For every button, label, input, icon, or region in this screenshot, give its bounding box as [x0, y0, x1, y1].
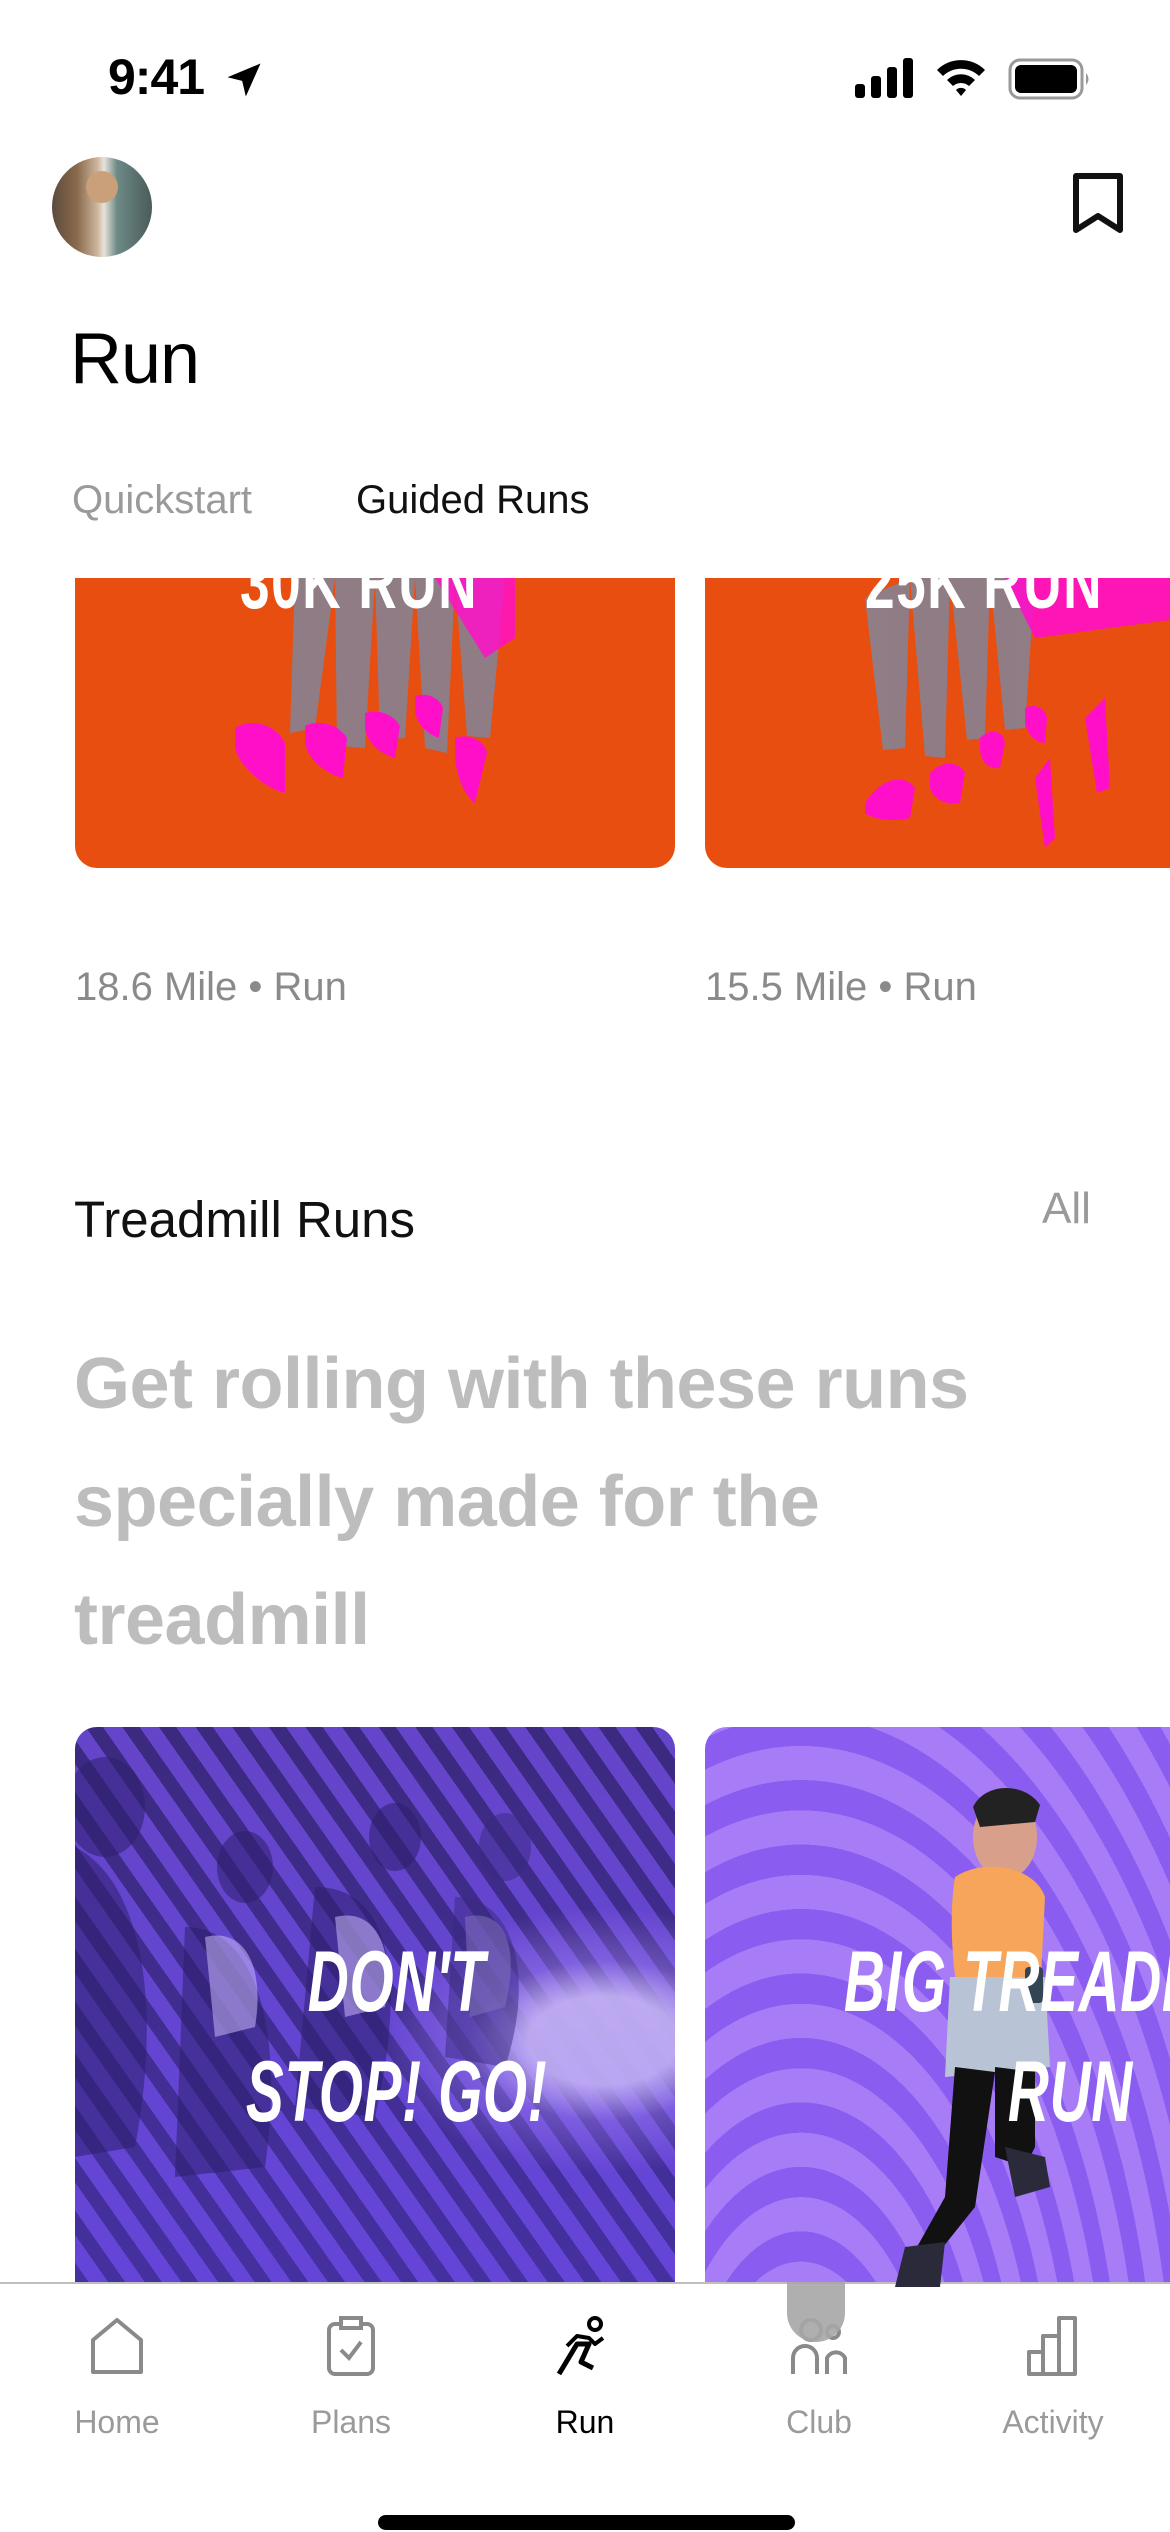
- battery-icon: [1008, 58, 1089, 100]
- cellular-signal-icon: [855, 58, 913, 98]
- guided-run-meta: 15.5 Mile • Run: [705, 965, 977, 1009]
- tab-guided-runs[interactable]: Guided Runs: [356, 478, 589, 523]
- tab-bar-label: Plans: [310, 2404, 392, 2440]
- profile-avatar[interactable]: [52, 157, 152, 257]
- section-description: Get rolling with these runs specially ma…: [74, 1344, 969, 1660]
- treadmill-card-title-line2: STOP! GO!: [245, 2044, 548, 2140]
- guided-run-meta: 18.6 Mile • Run: [75, 965, 347, 1009]
- clipboard-check-icon: [327, 2316, 375, 2376]
- section-title-treadmill: Treadmill Runs: [74, 1191, 416, 1248]
- touch-indicator: [787, 2282, 845, 2342]
- see-all-link[interactable]: All: [1042, 1184, 1091, 1234]
- location-arrow-icon: [227, 63, 261, 97]
- tab-bar-item-run[interactable]: Run: [468, 2284, 702, 2454]
- treadmill-run-card[interactable]: DON'T STOP! GO!: [75, 1727, 675, 2287]
- guided-run-card[interactable]: 30K RUN: [75, 578, 675, 868]
- tab-bar-label: Activity: [1002, 2404, 1104, 2440]
- tab-bar-label: Club: [786, 2404, 852, 2440]
- status-time: 9:41: [108, 49, 205, 105]
- wifi-icon: [937, 60, 985, 96]
- home-indicator[interactable]: [378, 2515, 795, 2530]
- treadmill-card-title: DON'T STOP! GO!: [225, 1927, 568, 2147]
- treadmill-card-title-line2: RUN: [1007, 2044, 1133, 2140]
- tab-bar-item-home[interactable]: Home: [0, 2284, 234, 2454]
- treadmill-card-title-line1: DON'T: [307, 1934, 486, 2030]
- bar-chart-icon: [1027, 2316, 1077, 2376]
- guided-run-title: 25K RUN: [865, 578, 1104, 624]
- tab-quickstart[interactable]: Quickstart: [72, 478, 252, 523]
- treadmill-card-title-line1: BIG TREADMILL: [843, 1934, 1170, 2030]
- tab-bar-label: Home: [74, 2404, 160, 2440]
- home-icon: [91, 2318, 143, 2374]
- bottom-tab-bar: Home Plans Run Club Activity: [0, 2282, 1170, 2532]
- runner-icon: [556, 2316, 605, 2376]
- tab-bar-item-activity[interactable]: Activity: [936, 2284, 1170, 2454]
- guided-run-title: 30K RUN: [240, 578, 479, 624]
- bookmark-icon[interactable]: [1070, 172, 1126, 236]
- tab-bar-label: Run: [555, 2404, 615, 2440]
- guided-run-card[interactable]: 25K RUN: [705, 578, 1170, 868]
- page-title: Run: [70, 319, 200, 399]
- treadmill-run-card[interactable]: BIG TREADMILL RUN: [705, 1727, 1170, 2287]
- tab-bar-item-plans[interactable]: Plans: [234, 2284, 468, 2454]
- treadmill-card-title: BIG TREADMILL RUN: [780, 1927, 1170, 2147]
